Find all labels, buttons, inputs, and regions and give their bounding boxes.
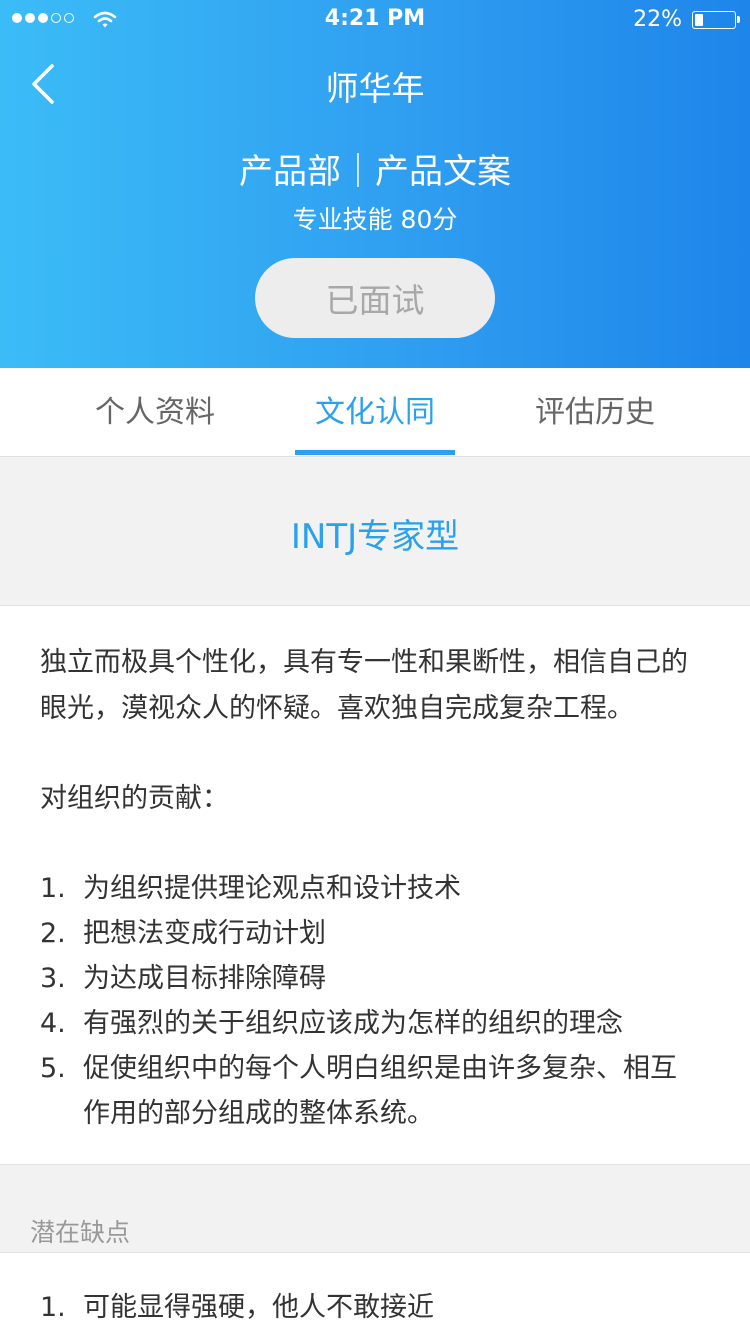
list-text: 可能显得强硬，他人不敢接近 xyxy=(83,1292,434,1323)
description-line: 独立而极具个性化，具有专一性和果断性，相信自己的 xyxy=(40,647,688,678)
list-item: 5. 促使组织中的每个人明白组织是由许多复杂、相互 xyxy=(40,1046,677,1085)
list-number: 1. xyxy=(40,873,66,904)
interview-status-button[interactable]: 已面试 xyxy=(255,258,495,338)
active-tab-indicator xyxy=(295,450,455,455)
list-number: 1. xyxy=(40,1292,66,1323)
list-number: 2. xyxy=(40,918,66,949)
list-item: 3. 为达成目标排除障碍 xyxy=(40,956,326,995)
tab-culture-fit[interactable]: 文化认同 xyxy=(295,368,455,456)
list-text: 为组织提供理论观点和设计技术 xyxy=(83,873,461,904)
contribution-heading: 对组织的贡献： xyxy=(40,783,229,814)
profile-header: 4:21 PM 22% 师华年 产品部｜产品文案 专业技能 80分 已面试 xyxy=(0,0,750,368)
list-text: 有强烈的关于组织应该成为怎样的组织的理念 xyxy=(83,1008,623,1039)
department-role: 产品部｜产品文案 xyxy=(239,152,511,192)
candidate-name: 师华年 xyxy=(325,69,425,108)
weaknesses-list: 1. 可能显得强硬，他人不敢接近 xyxy=(0,1252,750,1335)
list-number: 5. xyxy=(40,1053,66,1084)
personality-type-band: INTJ专家型 xyxy=(0,457,750,606)
list-item-continuation: 作用的部分组成的整体系统。 xyxy=(83,1098,434,1129)
description-line: 眼光，漠视众人的怀疑。喜欢独自完成复杂工程。 xyxy=(40,693,634,724)
weaknesses-label: 潜在缺点 xyxy=(30,1218,131,1247)
list-item: 1. 可能显得强硬，他人不敢接近 xyxy=(40,1285,434,1324)
battery-percentage: 22% xyxy=(633,7,682,32)
list-number: 4. xyxy=(40,1008,66,1039)
personality-type-title: INTJ专家型 xyxy=(290,517,460,557)
weaknesses-section-header: 潜在缺点 xyxy=(0,1165,750,1251)
list-item: 4. 有强烈的关于组织应该成为怎样的组织的理念 xyxy=(40,1001,623,1040)
list-number: 3. xyxy=(40,963,66,994)
list-text: 促使组织中的每个人明白组织是由许多复杂、相互 xyxy=(83,1053,677,1084)
battery-level xyxy=(695,14,703,26)
list-text: 把想法变成行动计划 xyxy=(83,918,326,949)
tab-evaluation-history[interactable]: 评估历史 xyxy=(515,368,675,456)
battery-icon xyxy=(692,11,740,29)
skill-score: 专业技能 80分 xyxy=(292,205,458,234)
status-bar: 4:21 PM 22% xyxy=(0,0,750,40)
list-text: 为达成目标排除障碍 xyxy=(83,963,326,994)
list-item: 2. 把想法变成行动计划 xyxy=(40,911,326,950)
list-item: 1. 为组织提供理论观点和设计技术 xyxy=(40,866,461,905)
personality-description: 独立而极具个性化，具有专一性和果断性，相信自己的 眼光，漠视众人的怀疑。喜欢独自… xyxy=(0,606,750,1165)
tab-bar: 个人资料 文化认同 评估历史 xyxy=(0,368,750,457)
tab-personal-profile[interactable]: 个人资料 xyxy=(75,368,235,456)
